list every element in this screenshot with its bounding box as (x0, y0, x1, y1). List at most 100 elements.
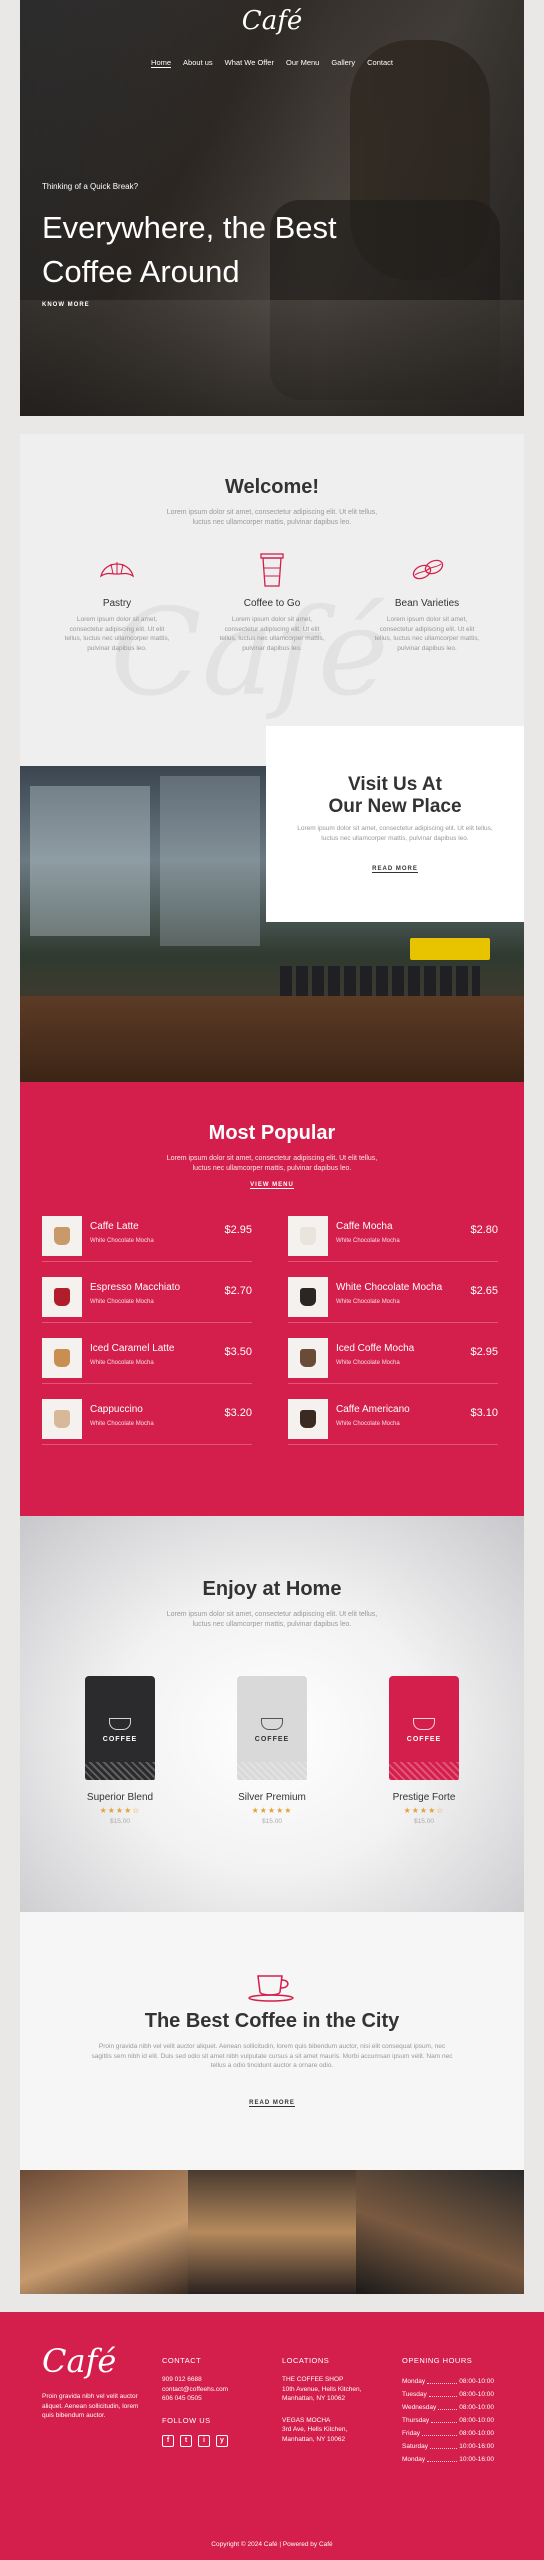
gallery-image-barista[interactable] (20, 2170, 188, 2294)
feature-name: Coffee to Go (243, 598, 301, 609)
product-price: $15.00 (110, 1818, 130, 1825)
view-menu-link[interactable]: VIEW MENU (20, 1182, 524, 1189)
menu-item-desc: White Chocolate Mocha (336, 1299, 400, 1305)
menu-item[interactable]: Iced Coffe Mocha White Chocolate Mocha $2.… (288, 1334, 498, 1384)
product-price: $15.00 (414, 1818, 434, 1825)
product-card[interactable]: Superior Blend ★★★★☆ $15.00 (60, 1792, 180, 1825)
welcome-subtitle: Lorem ipsum dolor sit amet, consectetur … (166, 509, 378, 526)
hours-day: Monday (402, 2378, 426, 2385)
feature-bean-varieties: Bean Varieties Lorem ipsum dolor sit ame… (372, 552, 482, 653)
twitter-icon[interactable]: t (180, 2434, 192, 2447)
menu-item-price: $2.95 (470, 1346, 498, 1358)
copyright: Copyright © 2024 Café | Powered by Café (211, 2541, 333, 2548)
read-more-link[interactable]: READ MORE (20, 2100, 524, 2107)
menu-item-price: $3.20 (224, 1407, 252, 1419)
visit-section: Visit Us At Our New Place Lorem ipsum do… (20, 726, 524, 1082)
city-desc: Proin gravida nibh vel velit auctor aliq… (91, 2043, 453, 2069)
nav-home[interactable]: Home (151, 58, 172, 68)
nav-menu[interactable]: Our Menu (286, 58, 319, 68)
nav-contact[interactable]: Contact (367, 58, 393, 68)
visit-card: Visit Us At Our New Place Lorem ipsum do… (266, 726, 524, 922)
nav-gallery[interactable]: Gallery (331, 58, 355, 68)
feature-name: Pastry (102, 598, 132, 609)
hours-row: Monday 10:00-16:00 (402, 2453, 494, 2466)
menu-item-name: Caffe Mocha (336, 1221, 393, 1232)
menu-item-price: $2.70 (224, 1285, 252, 1297)
menu-item[interactable]: Iced Caramel Latte White Chocolate Mocha $… (42, 1334, 252, 1384)
coffee-bag-image[interactable]: COFFEE (85, 1676, 155, 1780)
welcome-title: Welcome! (224, 476, 320, 498)
home-section: Enjoy at Home Lorem ipsum dolor sit amet… (20, 1516, 524, 1912)
menu-item[interactable]: Caffe Mocha White Chocolate Mocha $2.80 (288, 1212, 498, 1262)
product-rating: ★★★★☆ (403, 1806, 445, 1815)
hours-row: Monday 08:00-10:00 (402, 2375, 494, 2388)
hours-day: Wednesday (402, 2404, 437, 2411)
welcome-section: Café Welcome! Lorem ipsum dolor sit amet… (20, 434, 524, 766)
menu-item-desc: White Chocolate Mocha (336, 1238, 400, 1244)
know-more-link[interactable]: KNOW MORE (42, 302, 90, 308)
gallery-image-counter[interactable] (356, 2170, 524, 2294)
hours-day: Saturday (402, 2443, 429, 2450)
menu-item-image (42, 1338, 82, 1378)
menu-item[interactable]: Caffe Latte White Chocolate Mocha $2.95 (42, 1212, 252, 1262)
hours-day: Friday (402, 2430, 421, 2437)
nav-about[interactable]: About us (183, 58, 213, 68)
cup-icon (54, 1288, 70, 1306)
product-rating: ★★★★★ (251, 1806, 293, 1815)
contact-phone-2[interactable]: 606 045 0505 (162, 2394, 228, 2404)
visit-desc: Lorem ipsum dolor sit amet, consectetur … (297, 825, 493, 842)
youtube-icon[interactable]: y (216, 2434, 228, 2447)
main-nav: Home About us What We Offer Our Menu Gal… (20, 58, 524, 68)
product-card[interactable]: Silver Premium ★★★★★ $15.00 (212, 1792, 332, 1825)
menu-item[interactable]: Caffe Americano White Chocolate Mocha $3.1… (288, 1395, 498, 1445)
hours-time: 10:00-16:00 (459, 2443, 494, 2450)
gallery-image-interior[interactable] (188, 2170, 356, 2294)
coffee-cup-icon (246, 1972, 298, 2002)
facebook-icon[interactable]: f (162, 2434, 174, 2447)
hours-time: 08:00-10:00 (459, 2391, 494, 2398)
cup-icon (300, 1227, 316, 1245)
hours-row: Tuesday 08:00-10:00 (402, 2388, 494, 2401)
coffee-bag-image[interactable]: COFFEE (389, 1676, 459, 1780)
menu-subtitle: Lorem ipsum dolor sit amet, consectetur … (166, 1155, 378, 1172)
contact-email[interactable]: contact@coffeehs.com (162, 2385, 228, 2395)
instagram-icon[interactable]: i (198, 2434, 210, 2447)
product-card[interactable]: Prestige Forte ★★★★☆ $15.00 (364, 1792, 484, 1825)
footer-logo[interactable]: Café (42, 2342, 116, 2380)
menu-item-desc: White Chocolate Mocha (90, 1238, 154, 1244)
cup-logo-icon (109, 1718, 131, 1730)
contact-phone[interactable]: 909 012 6688 (162, 2375, 228, 2385)
storefront-window (30, 786, 150, 936)
social-links: f t i y (162, 2434, 228, 2447)
hours-time: 08:00-10:00 (459, 2404, 494, 2411)
read-more-link[interactable]: READ MORE (266, 866, 524, 873)
hero-title: Everywhere, the Best Coffee Around (42, 210, 337, 289)
feature-desc: Lorem ipsum dolor sit amet, consectetur … (219, 616, 325, 652)
hours-row: Saturday 10:00-16:00 (402, 2440, 494, 2453)
cup-icon (300, 1410, 316, 1428)
menu-item-name: White Chocolate Mocha (336, 1282, 443, 1293)
site-logo[interactable]: Café (242, 6, 302, 36)
menu-item[interactable]: Espresso Macchiato White Chocolate Mocha $… (42, 1273, 252, 1323)
menu-item-desc: White Chocolate Mocha (336, 1421, 400, 1427)
menu-item-name: Espresso Macchiato (90, 1282, 181, 1293)
menu-item-image (42, 1277, 82, 1317)
menu-item[interactable]: White Chocolate Mocha White Chocolate Moc… (288, 1273, 498, 1323)
hours-day: Tuesday (402, 2391, 427, 2398)
nav-offer[interactable]: What We Offer (225, 58, 274, 68)
city-title: The Best Coffee in the City (144, 2010, 400, 2032)
takeaway-cup-icon (252, 552, 292, 588)
product-name: Prestige Forte (392, 1792, 456, 1803)
footer-locations: LOCATIONS THE COFFEE SHOP 10th Avenue, H… (282, 2356, 362, 2443)
hours-time: 10:00-16:00 (459, 2456, 494, 2463)
footer-hours: OPENING HOURS Monday 08:00-10:00 Tuesday 08… (402, 2356, 494, 2466)
menu-item-desc: White Chocolate Mocha (90, 1360, 154, 1366)
feature-desc: Lorem ipsum dolor sit amet, consectetur … (64, 616, 170, 652)
menu-item-image (42, 1216, 82, 1256)
menu-item-price: $2.80 (470, 1224, 498, 1236)
coffee-bag-image[interactable]: COFFEE (237, 1676, 307, 1780)
product-name: Silver Premium (238, 1792, 306, 1803)
menu-item[interactable]: Cappuccino White Chocolate Mocha $3.20 (42, 1395, 252, 1445)
menu-item-desc: White Chocolate Mocha (90, 1299, 154, 1305)
menu-item-image (288, 1277, 328, 1317)
